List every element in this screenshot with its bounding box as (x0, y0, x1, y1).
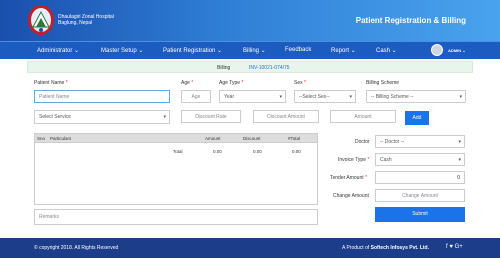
nepal-emblem-icon (28, 5, 54, 35)
social-icons[interactable]: f ♥ G+ (446, 244, 463, 250)
column-header: #Total (288, 136, 301, 141)
age-input[interactable]: Age (181, 90, 211, 103)
tender-amount-input[interactable]: 0 (375, 171, 465, 184)
invoice-number: INV-10021-074/75 (249, 65, 290, 71)
tender-amount-label: Tender Amount * (330, 175, 367, 181)
remarks-textarea[interactable]: Remarks (34, 209, 318, 225)
table-header: Sno Particulars Amount Discount #Total (35, 134, 317, 143)
submit-button[interactable]: Submit (375, 207, 465, 222)
nav-item-master-setup[interactable]: Master Setup ⌄ (101, 47, 143, 54)
company-name[interactable]: Softech Infosys Pvt. Ltd. (371, 245, 429, 251)
age-type-select[interactable]: Year ▾ (219, 90, 286, 103)
change-amount-label: Change Amount (333, 193, 369, 199)
column-header: Particulars (50, 136, 72, 141)
sex-label: Sex * (294, 80, 306, 86)
column-header: Amount (205, 136, 221, 141)
hospital-address: Baglung, Nepal (58, 20, 93, 26)
app-header: Dhaulagiri Zonal Hospital Baglung, Nepal… (0, 0, 500, 41)
nav-item-administrator[interactable]: Administrator ⌄ (37, 47, 79, 54)
nav-item-cash[interactable]: Cash ⌄ (376, 47, 397, 54)
billing-label: Billing (217, 65, 231, 71)
add-button[interactable]: Add (405, 111, 429, 125)
page-title: Patient Registration & Billing (355, 16, 466, 25)
column-header: Discount (243, 136, 261, 141)
nav-item-report[interactable]: Report ⌄ (331, 47, 356, 54)
footer: © copyright 2018. All Rights Reserved A … (0, 238, 500, 258)
nav-item-patient-registration[interactable]: Patient Registration ⌄ (163, 47, 222, 54)
total-label: Total (173, 149, 183, 154)
nav-item-feedback[interactable]: Feedback (285, 47, 311, 53)
service-select[interactable]: Select Service ▾ (34, 110, 170, 124)
hospital-name: Dhaulagiri Zonal Hospital Baglung, Nepal (58, 14, 114, 26)
total-discount: 0.00 (253, 149, 262, 154)
amount-input[interactable]: Amount (330, 110, 396, 123)
total-total: 0.00 (292, 149, 301, 154)
discount-rate-input[interactable]: Discount Rate (181, 110, 241, 123)
age-label: Age * (181, 80, 194, 86)
particulars-table: Sno Particulars Amount Discount #Total T… (34, 133, 318, 205)
change-amount-input[interactable]: Change Amount (375, 189, 465, 202)
chevron-down-icon: ▾ (458, 139, 461, 145)
billing-scheme-label: Billing Scheme (366, 80, 400, 86)
invoice-type-label: Invoice Type * (338, 157, 370, 163)
total-amount: 0.00 (213, 149, 222, 154)
age-type-label: Age Type * (219, 80, 244, 86)
billing-bar: Billing INV-10021-074/75 (27, 61, 473, 73)
copyright-text: © copyright 2018. All Rights Reserved (34, 245, 119, 251)
invoice-type-select[interactable]: Cash ▾ (375, 153, 465, 166)
billing-scheme-select[interactable]: -- Billing Scheme -- ▾ (366, 90, 466, 103)
user-menu[interactable]: ADMIN ⌄ (448, 48, 466, 53)
chevron-down-icon: ▾ (349, 94, 352, 100)
discount-amount-input[interactable]: Discount Amount (253, 110, 319, 123)
chevron-down-icon: ▾ (163, 114, 166, 120)
chevron-down-icon: ▾ (459, 94, 462, 100)
patient-name-label: Patient Name * (34, 80, 68, 86)
avatar[interactable] (431, 44, 443, 56)
nav-item-billing[interactable]: Billing ⌄ (243, 47, 266, 54)
main-nav: Administrator ⌄ Master Setup ⌄ Patient R… (0, 41, 500, 59)
chevron-down-icon: ▾ (279, 94, 282, 100)
chevron-down-icon: ▾ (458, 157, 461, 163)
patient-name-input[interactable]: Patient Name (34, 90, 170, 103)
sex-select[interactable]: --Select Sex-- ▾ (294, 90, 356, 103)
column-header: Sno (37, 136, 46, 141)
product-credit: A Product of Softech Infosys Pvt. Ltd. (342, 245, 429, 251)
doctor-label: Doctor (355, 139, 370, 145)
doctor-select[interactable]: -- Doctor -- ▾ (375, 135, 465, 148)
